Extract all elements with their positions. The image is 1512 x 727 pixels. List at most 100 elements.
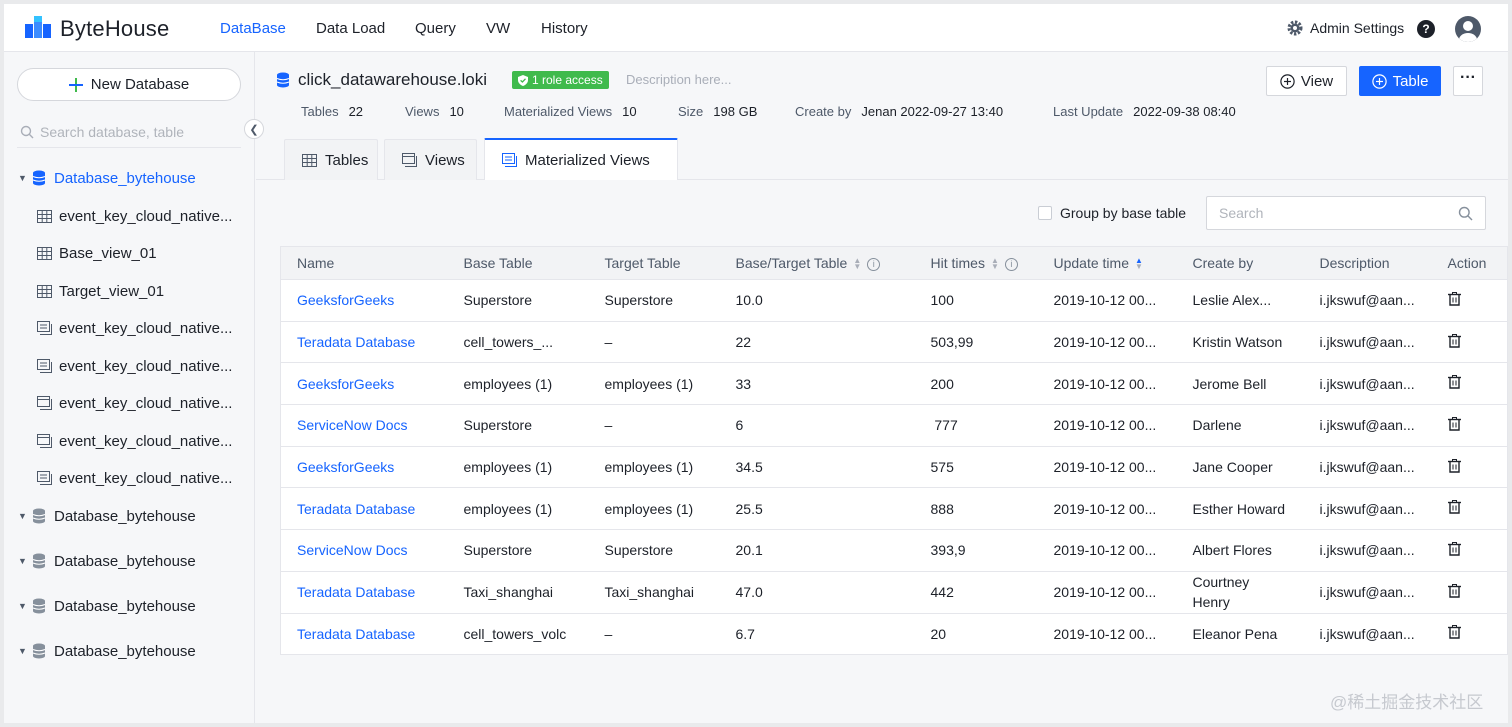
cell-name-link[interactable]: Teradata Database (280, 571, 448, 614)
column-header-create-by[interactable]: Create by (1176, 246, 1304, 280)
cell-create-by: Darlene (1176, 404, 1304, 447)
sort-icon[interactable]: ▲ ▼ (991, 257, 999, 271)
tree-database-label: Database_bytehouse (54, 642, 196, 660)
tab-tables[interactable]: Tables (284, 139, 378, 180)
cell-name-link[interactable]: ServiceNow Docs (280, 404, 448, 447)
help-icon[interactable]: ? (1417, 20, 1435, 38)
table-icon (37, 209, 52, 223)
caret-down-icon[interactable]: ▼ (18, 646, 28, 656)
trash-icon[interactable] (1447, 291, 1461, 306)
caret-down-icon[interactable]: ▼ (18, 173, 28, 183)
cell-ratio: 6.7 (719, 613, 915, 656)
nav-item-database[interactable]: DataBase (220, 20, 286, 37)
caret-down-icon[interactable]: ▼ (18, 601, 28, 611)
info-icon[interactable]: i (1004, 257, 1018, 271)
table-search-input[interactable] (1219, 205, 1439, 221)
trash-icon[interactable] (1447, 500, 1461, 514)
sort-ascending-icon[interactable]: ▲ ▼ (1135, 257, 1143, 271)
trash-icon[interactable] (1447, 625, 1461, 640)
tree-database-item[interactable]: ▼ Database_bytehouse (4, 588, 196, 624)
tree-database-item[interactable]: ▼ Database_bytehouse (4, 498, 196, 534)
column-header-name[interactable]: Name (280, 246, 448, 280)
stat-materialized-views: Materialized Views 10 (504, 104, 637, 119)
tree-item-label: event_key_cloud_native... (59, 207, 233, 225)
tree-table-item[interactable]: Base_view_01 (4, 235, 157, 271)
description-field[interactable]: Description here... (626, 72, 732, 87)
cell-hit-times: 777 (914, 404, 1038, 447)
cell-update-time: 2019-10-12 00... (1037, 487, 1177, 531)
column-header-target-table[interactable]: Target Table (588, 246, 720, 280)
sort-icon[interactable]: ▲ ▼ (853, 257, 861, 271)
caret-down-icon[interactable]: ▼ (18, 556, 28, 566)
nav-item-query[interactable]: Query (415, 20, 456, 37)
cell-hit-times: 888 (914, 487, 1038, 531)
tree-materialized-view-item[interactable]: event_key_cloud_native... (4, 348, 232, 384)
column-header-hit-times[interactable]: Hit times ▲ ▼ i (914, 246, 1038, 280)
cell-hit-times: 575 (914, 446, 1038, 489)
trash-icon[interactable] (1447, 541, 1461, 556)
admin-settings-button[interactable]: Admin Settings (1286, 19, 1404, 37)
trash-icon[interactable] (1447, 583, 1461, 598)
tree-item-label: event_key_cloud_native... (59, 357, 233, 375)
group-by-base-table-checkbox[interactable]: Group by base table (1038, 205, 1186, 221)
tab-materialized-views[interactable]: Materialized Views (484, 138, 678, 180)
cell-action (1431, 404, 1508, 447)
more-options-button[interactable]: ··· (1453, 66, 1483, 96)
checkbox[interactable] (1038, 206, 1052, 220)
new-database-label: New Database (90, 76, 190, 93)
tree-view-item[interactable]: event_key_cloud_native... (4, 423, 232, 459)
column-header-description[interactable]: Description (1303, 246, 1432, 280)
tree-table-item[interactable]: Target_view_01 (4, 273, 164, 309)
cell-create-by: Courtney Henry (1176, 571, 1304, 614)
trash-icon[interactable] (1447, 458, 1461, 473)
column-header-ratio[interactable]: Base/Target Table ▲ ▼ i (719, 246, 915, 280)
column-header-update-time[interactable]: Update time ▲ ▼ (1037, 246, 1177, 280)
tree-database-item[interactable]: ▼ Database_bytehouse (4, 633, 196, 669)
cell-create-by: Albert Flores (1176, 529, 1304, 572)
tree-materialized-view-item[interactable]: event_key_cloud_native... (4, 460, 232, 496)
cell-base-table: cell_towers_... (447, 321, 589, 364)
new-database-button[interactable]: New Database (17, 68, 241, 101)
cell-name-link[interactable]: Teradata Database (280, 613, 448, 656)
cell-create-by: Kristin Watson (1176, 321, 1304, 364)
nav-item-vw[interactable]: VW (486, 20, 510, 37)
tree-database-item[interactable]: ▼ Database_bytehouse (4, 543, 196, 579)
cell-description: i.jkswuf@aan... (1303, 279, 1432, 322)
cell-name-link[interactable]: GeeksforGeeks (280, 446, 448, 489)
cell-description: i.jkswuf@aan... (1303, 487, 1432, 531)
avatar[interactable] (1455, 16, 1481, 42)
trash-icon[interactable] (1447, 333, 1461, 348)
stat-value: 10 (449, 104, 464, 119)
tree-table-item[interactable]: event_key_cloud_native... (4, 198, 232, 234)
role-access-badge[interactable]: 1 role access (512, 71, 609, 89)
stat-value: 2022-09-38 08:40 (1133, 104, 1236, 119)
cell-create-by: Esther Howard (1176, 487, 1304, 531)
cell-name-link[interactable]: GeeksforGeeks (280, 362, 448, 406)
cell-name-link[interactable]: Teradata Database (280, 321, 448, 364)
search-icon[interactable] (1458, 206, 1473, 221)
cell-hit-times: 503,99 (914, 321, 1038, 364)
info-icon[interactable]: i (867, 257, 881, 271)
cell-update-time: 2019-10-12 00... (1037, 529, 1177, 572)
tree-materialized-view-item[interactable]: event_key_cloud_native... (4, 310, 232, 346)
trash-icon[interactable] (1447, 416, 1461, 431)
add-view-button[interactable]: View (1266, 66, 1347, 96)
caret-down-icon[interactable]: ▼ (18, 511, 28, 521)
cell-name-link[interactable]: ServiceNow Docs (280, 529, 448, 572)
stat-views: Views 10 (405, 104, 464, 119)
nav-item-history[interactable]: History (541, 20, 588, 37)
add-table-button[interactable]: Table (1359, 66, 1441, 96)
tree-database-item[interactable]: ▼ Database_bytehouse (4, 160, 196, 196)
watermark: @稀土掘金技术社区 (1330, 693, 1484, 712)
tab-views[interactable]: Views (384, 139, 477, 180)
cell-action (1431, 362, 1508, 406)
cell-name-link[interactable]: GeeksforGeeks (280, 279, 448, 322)
trash-icon[interactable] (1447, 375, 1461, 389)
nav-item-data-load[interactable]: Data Load (316, 20, 385, 37)
cell-name-link[interactable]: Teradata Database (280, 487, 448, 531)
tree-view-item[interactable]: event_key_cloud_native... (4, 385, 232, 421)
database-search-input[interactable] (40, 123, 220, 140)
table-row: Teradata Database Taxi_shanghai Taxi_sha… (280, 571, 1508, 614)
column-header-label: Update time (1053, 255, 1129, 271)
column-header-base-table[interactable]: Base Table (447, 246, 589, 280)
